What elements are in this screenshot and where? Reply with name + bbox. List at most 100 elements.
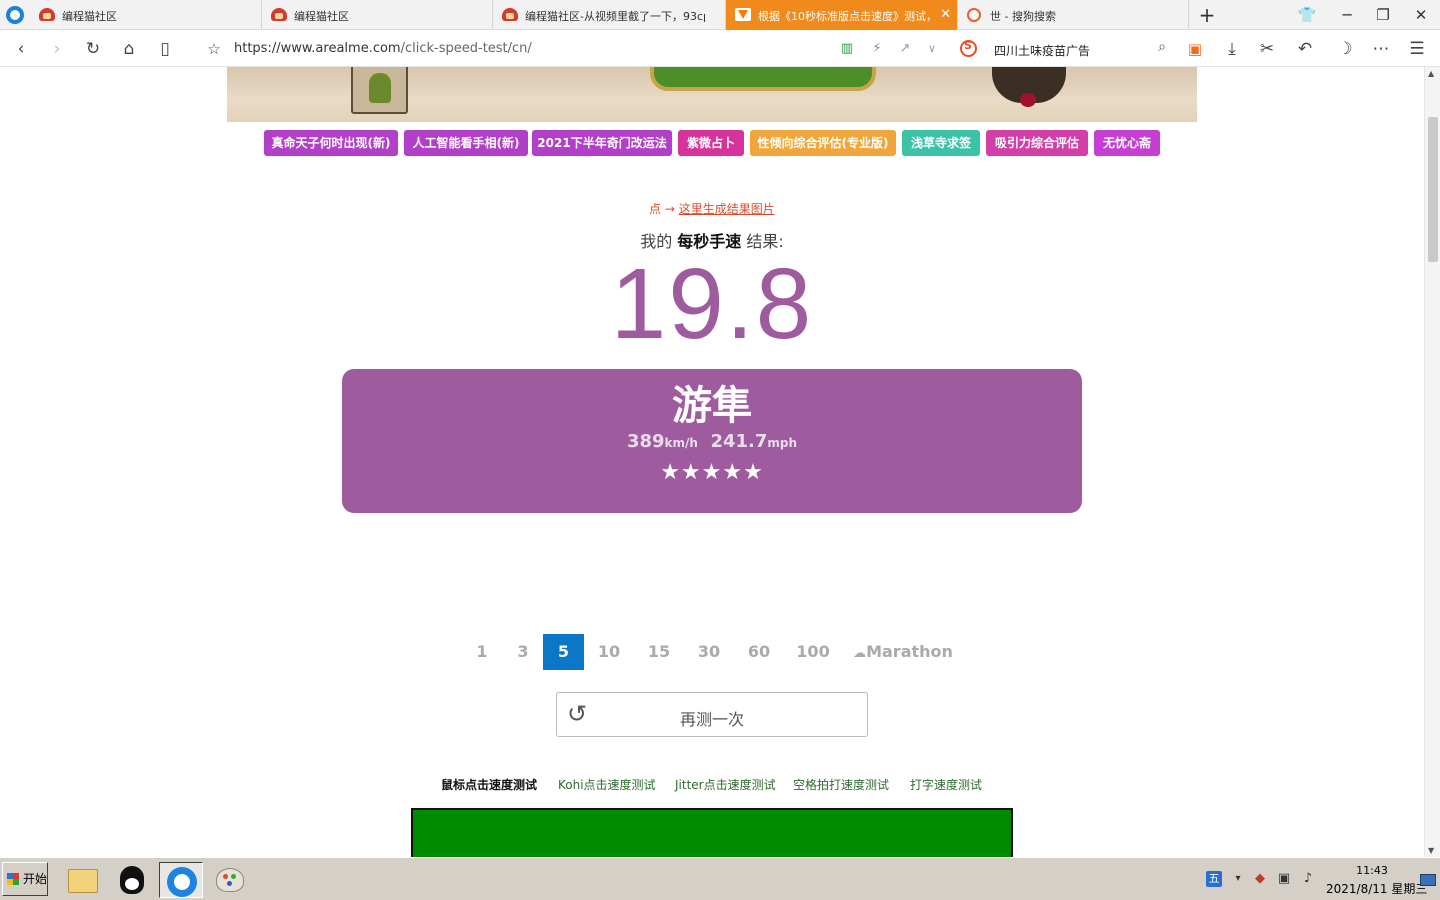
antivirus-icon[interactable]: ◆ [1252,871,1268,887]
cps-score: 19.8 [610,248,814,360]
generate-image-link[interactable]: 点 → 这里生成结果图片 [649,200,775,217]
network-icon[interactable]: ▣ [1276,871,1292,887]
close-window-button[interactable]: ✕ [1410,4,1432,26]
unit-kmh: km/h [664,436,698,450]
codemao-icon [271,8,287,21]
duration-option-30[interactable]: 30 [690,634,728,670]
volume-icon[interactable]: ♪ [1300,871,1316,887]
search-box[interactable]: 四川土味疫苗广告 ⌕ [958,37,1172,61]
promo-tag[interactable]: 浅草寺求签 [902,130,980,156]
read-icon[interactable]: ▥ [836,38,858,60]
speed-kmh: 389 [626,431,665,452]
page-scrollbar[interactable]: ▲ ▼ [1424,67,1440,857]
address-field[interactable]: https://www.arealme.com/click-speed-test… [234,41,532,56]
tab-title: 世 - 搜狗搜索 [990,10,1056,23]
tab-title: 根据《10秒标准版点击速度》测试， [758,10,937,23]
back-icon[interactable]: ‹ [10,38,32,60]
restore-button[interactable]: ❐ [1372,4,1394,26]
duration-option-3[interactable]: 3 [507,634,539,670]
test-link[interactable]: Kohi点击速度测试 [558,776,656,793]
taskbar: 开始 五 ▾ ◆ ▣ ♪ 11:43 2021/8/11 星期三 [0,857,1440,900]
arealme-icon [735,8,751,21]
new-tab-button[interactable]: + [1196,4,1218,26]
game-icon[interactable]: ▣ [1184,38,1206,60]
duration-option-60[interactable]: 60 [740,634,778,670]
browser-icon [167,867,197,897]
clock-time[interactable]: 11:43 [1340,864,1404,877]
retry-button[interactable]: ↺ 再测一次 [556,692,868,737]
url-host: https://www.arealme.com [234,41,401,56]
tab-title: 编程猫社区-从视频里截了一下，93cps [525,10,705,23]
explorer-app[interactable] [60,862,104,898]
undo-icon[interactable]: ↶ [1294,38,1316,60]
test-link[interactable]: Jitter点击速度测试 [675,776,776,793]
menu-icon[interactable]: ☰ [1406,38,1428,60]
test-link-current[interactable]: 鼠标点击速度测试 [441,776,537,793]
folder-icon [68,869,98,893]
browser-app[interactable] [159,862,203,898]
flash-icon[interactable]: ⚡ [866,38,888,60]
promo-tag[interactable]: 真命天子何时出现(新) [264,130,398,156]
forward-icon[interactable]: › [46,38,68,60]
scroll-down-icon[interactable]: ▼ [1428,846,1434,855]
search-input[interactable]: 四川土味疫苗广告 [994,42,1090,59]
skin-icon[interactable]: 👕 [1296,4,1318,26]
scrollbar-thumb[interactable] [1428,117,1438,262]
chevron-down-icon[interactable]: ∨ [921,38,943,60]
reading-mode-icon[interactable]: ▯ [154,38,176,60]
rank-animal: 游隼 [672,383,752,429]
reload-icon[interactable]: ↻ [82,38,104,60]
web-page: 真命天子何时出现(新) 人工智能看手相(新) 2021下半年奇门改运法 紫微占卜 性倾向… [0,67,1424,857]
tab-5[interactable]: 世 - 搜狗搜索 [958,0,1189,30]
unit-mph: mph [767,436,798,450]
minimize-button[interactable]: ─ [1336,4,1358,26]
sogou-search-icon[interactable] [960,39,977,57]
sogou-icon [967,8,981,22]
duration-option-marathon[interactable]: ☁Marathon [853,634,953,670]
click-area[interactable] [411,808,1013,857]
tab-4-active[interactable]: 根据《10秒标准版点击速度》测试， ✕ [726,0,958,30]
start-button[interactable]: 开始 [2,862,48,896]
show-desktop-icon[interactable] [1420,874,1436,886]
tab-1[interactable]: 编程猫社区 [30,0,262,30]
more-icon[interactable]: ⋯ [1370,38,1392,60]
test-link[interactable]: 打字速度测试 [910,776,982,793]
promo-tag[interactable]: 2021下半年奇门改运法 [532,130,672,156]
night-mode-icon[interactable]: ☽ [1334,38,1356,60]
tab-title: 编程猫社区 [294,10,349,23]
tab-strip: 编程猫社区 编程猫社区 编程猫社区-从视频里截了一下，93cps 根据《10秒标… [0,0,1440,30]
duration-option-100[interactable]: 100 [793,634,833,670]
rank-speed: 389km/h 241.7mph [342,431,1082,452]
promo-tag[interactable]: 无忧心斋 [1094,130,1160,156]
close-tab-icon[interactable]: ✕ [940,7,951,22]
tab-3[interactable]: 编程猫社区-从视频里截了一下，93cps [493,0,726,30]
test-link[interactable]: 空格拍打速度测试 [793,776,889,793]
search-icon[interactable]: ⌕ [1158,39,1166,55]
home-icon[interactable]: ⌂ [118,38,140,60]
generate-link-text[interactable]: 这里生成结果图片 [679,202,775,216]
scroll-up-icon[interactable]: ▲ [1428,69,1434,78]
promo-tag[interactable]: 紫微占卜 [678,130,744,156]
promo-tag[interactable]: 性倾向综合评估(专业版) [750,130,896,156]
rank-card: 游隼 389km/h 241.7mph ★★★★★ [342,369,1082,513]
duration-option-15[interactable]: 15 [640,634,678,670]
download-icon[interactable]: ⤓ [1221,38,1243,60]
tray-expand-icon[interactable]: ▾ [1230,871,1246,887]
duration-option-10[interactable]: 10 [590,634,628,670]
cut-icon[interactable]: ✂ [1256,38,1278,60]
ime-icon[interactable]: 五 [1206,871,1222,887]
duration-option-1[interactable]: 1 [466,634,498,670]
browser-logo-icon[interactable] [6,6,24,24]
promo-tag[interactable]: 人工智能看手相(新) [404,130,528,156]
ad-banner[interactable] [227,67,1197,122]
clock-date[interactable]: 2021/8/11 星期三 [1326,880,1427,897]
qq-app[interactable] [110,862,154,898]
bookmark-star-icon[interactable]: ☆ [203,38,225,60]
duration-option-5[interactable]: 5 [543,634,584,670]
promo-tag[interactable]: 吸引力综合评估 [986,130,1088,156]
paint-palette-icon [216,868,244,892]
paint-app[interactable] [208,862,252,898]
share-icon[interactable]: ↗ [894,38,916,60]
tab-title: 编程猫社区 [62,10,117,23]
tab-2[interactable]: 编程猫社区 [262,0,493,30]
